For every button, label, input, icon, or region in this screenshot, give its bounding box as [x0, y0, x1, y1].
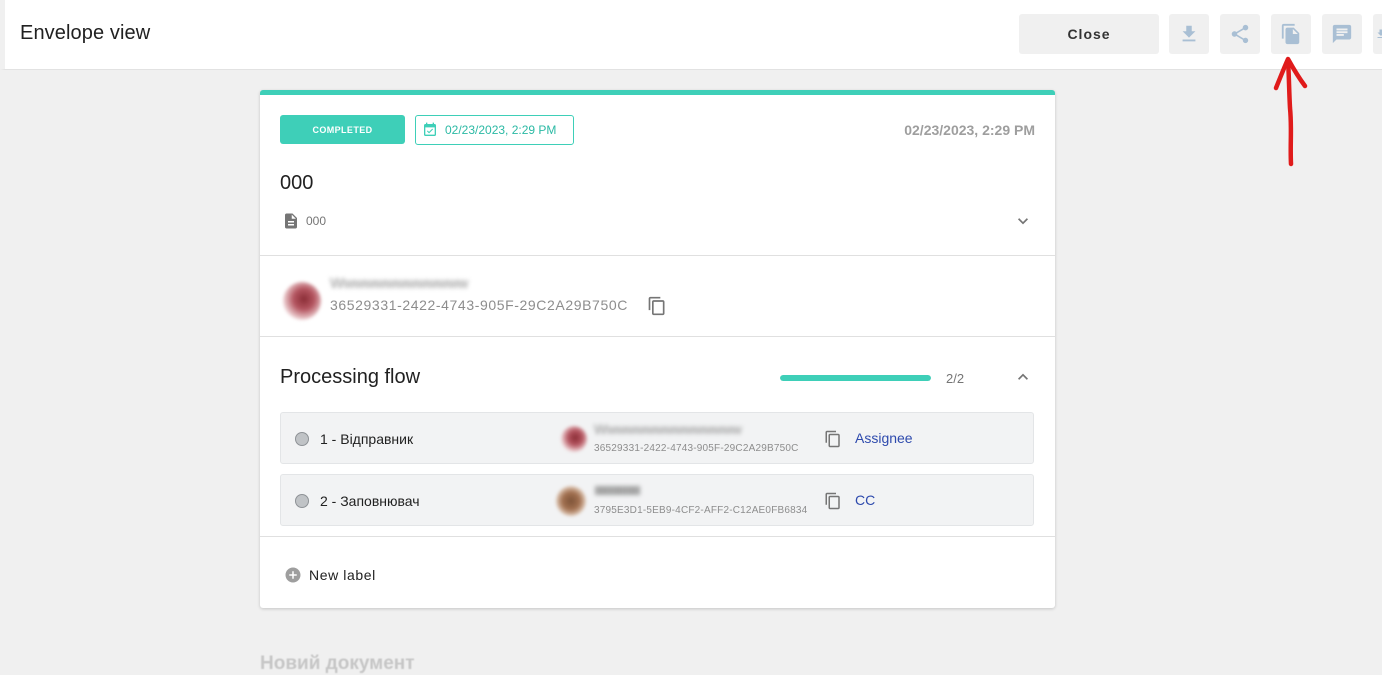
envelope-title: 000	[280, 172, 314, 194]
document-icon	[285, 213, 297, 229]
step-role-link[interactable]: CC	[855, 492, 875, 508]
divider	[260, 336, 1055, 337]
step-name: 1 - Відправник	[320, 431, 414, 447]
document-file[interactable]: 000	[282, 212, 326, 230]
add-circle-icon	[285, 567, 301, 583]
step-status-dot	[295, 494, 309, 508]
new-label-text: New label	[309, 567, 376, 583]
date-chip-text: 02/23/2023, 2:29 PM	[445, 123, 557, 137]
step-avatar	[556, 486, 586, 516]
processing-flow-title: Processing flow	[280, 366, 421, 388]
copy-icon	[648, 296, 665, 316]
chevron-up-icon	[1018, 373, 1028, 380]
sender-id: 36529331-2422-4743-905F-29C2A29B750C	[330, 297, 628, 313]
more-download-button[interactable]	[1373, 14, 1382, 54]
flow-progress-bar	[780, 375, 931, 381]
envelope-date: 02/23/2023, 2:29 PM	[904, 122, 1035, 138]
status-badge: COMPLETED	[280, 115, 405, 144]
copy-document-button[interactable]	[1271, 14, 1311, 54]
flow-step-row[interactable]: 1 - Відправник Wwwwwwwwwwwwwww 36529331-…	[280, 412, 1034, 464]
copy-step-id-button[interactable]	[824, 492, 842, 510]
divider	[260, 255, 1055, 256]
step-member-id: 36529331-2422-4743-905F-29C2A29B750C	[594, 443, 799, 454]
divider	[260, 536, 1055, 537]
step-name: 2 - Заповнювач	[320, 493, 420, 509]
sender-avatar	[283, 282, 321, 320]
close-button[interactable]: Close	[1019, 14, 1159, 54]
step-role-link[interactable]: Assignee	[855, 430, 913, 446]
step-status-dot	[295, 432, 309, 446]
red-arrow-annotation	[1273, 56, 1308, 167]
step-member-name: Wwwwwwwwwwwwwww	[594, 421, 742, 437]
comment-button[interactable]	[1322, 14, 1362, 54]
calendar-check-icon	[424, 122, 436, 136]
share-button[interactable]	[1220, 14, 1260, 54]
copy-document-icon	[1281, 23, 1300, 45]
flow-step-row[interactable]: 2 - Заповнювач IIIIIIIIIIIIIIIIIIIIIIIII…	[280, 474, 1034, 526]
comment-icon	[1332, 24, 1352, 44]
collapse-flow-button[interactable]	[1013, 367, 1033, 387]
flow-progress-fill	[780, 375, 931, 381]
page-title: Envelope view	[20, 22, 151, 44]
step-avatar	[561, 426, 587, 452]
copy-step-id-button[interactable]	[824, 430, 842, 448]
chevron-down-icon	[1018, 218, 1028, 225]
copy-icon	[825, 492, 840, 510]
download-icon	[1182, 25, 1196, 42]
copy-sender-id-button[interactable]	[647, 296, 667, 316]
envelope-card: COMPLETED 02/23/2023, 2:29 PM 02/23/2023…	[260, 90, 1055, 608]
share-icon	[1231, 24, 1249, 44]
copy-icon	[825, 430, 840, 448]
flow-progress-text: 2/2	[946, 371, 965, 386]
next-section-title: Новий документ	[260, 653, 415, 674]
sender-name: Wwwwwwwwwwwww	[330, 275, 468, 292]
expand-documents-button[interactable]	[1013, 211, 1033, 231]
more-download-icon	[1377, 29, 1382, 38]
download-button[interactable]	[1169, 14, 1209, 54]
step-member-id: 3795E3D1-5EB9-4CF2-AFF2-C12AE0FB6834	[594, 505, 808, 516]
step-member-name: IIIIIIIIIIIIIIIIIIIIIIIIIIII	[594, 483, 641, 498]
document-file-name: 000	[306, 214, 327, 228]
date-chip: 02/23/2023, 2:29 PM	[415, 115, 574, 145]
top-bar: Envelope view Close	[0, 0, 1382, 70]
new-label-button[interactable]: New label	[284, 566, 376, 584]
